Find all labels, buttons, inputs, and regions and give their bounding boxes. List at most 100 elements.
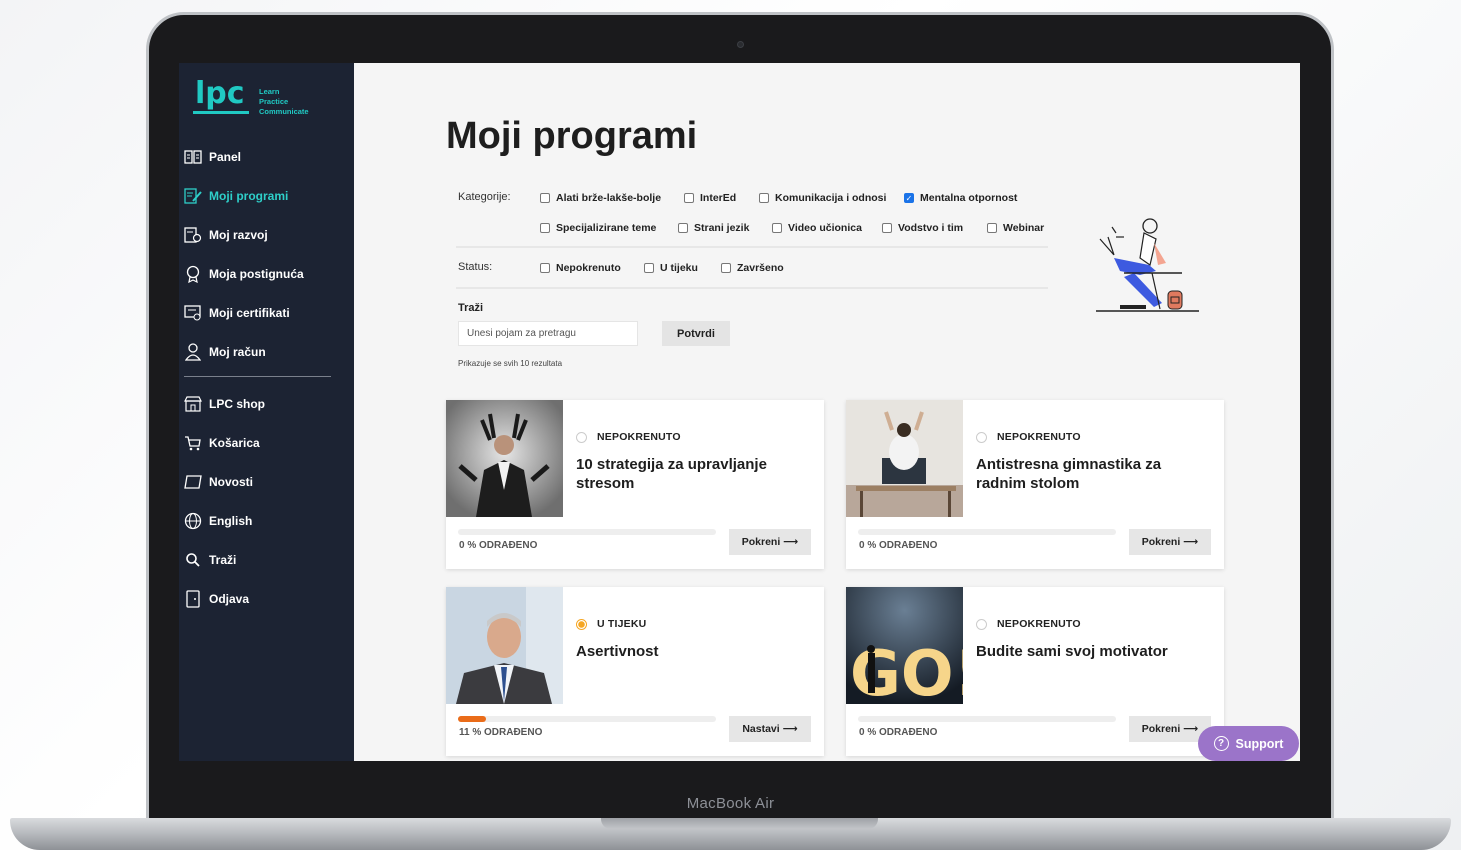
cart-icon	[183, 434, 203, 452]
support-button[interactable]: ? Support	[1198, 726, 1299, 761]
checkbox-icon	[882, 223, 892, 233]
progress-label: 0 % ODRAĐENO	[859, 727, 938, 738]
category-checkbox[interactable]: Komunikacija i odnosi	[759, 192, 886, 204]
progress-bar	[858, 529, 1116, 535]
progress-bar	[458, 716, 716, 722]
sidebar-item-moj-razvoj[interactable]: Moj razvoj	[183, 224, 348, 246]
program-title: Antistresna gimnastika za radnim stolom	[976, 456, 1162, 492]
book-icon	[183, 148, 203, 166]
sidebar-item-label: English	[209, 514, 253, 528]
edit-doc-icon	[183, 187, 203, 205]
news-icon	[183, 473, 203, 491]
sidebar-item-label: Moja postignuća	[209, 267, 304, 281]
search-icon	[183, 551, 203, 569]
person-at-desk-illustration	[1096, 218, 1199, 312]
sidebar-divider	[184, 376, 331, 377]
category-checkbox[interactable]: Vodstvo i tim	[882, 222, 963, 234]
program-card[interactable]: NEPOKRENUTO Antistresna gimnastika za ra…	[846, 400, 1224, 569]
checkbox-icon	[772, 223, 782, 233]
start-button[interactable]: Pokreni ⟶	[1129, 529, 1211, 555]
checkbox-icon	[540, 263, 550, 273]
sidebar-item-moji-certifikati[interactable]: Moji certifikati	[183, 302, 348, 324]
svg-text:lpc: lpc	[195, 76, 245, 111]
progress-label: 0 % ODRAĐENO	[859, 540, 938, 551]
sidebar-item-novosti[interactable]: Novosti	[183, 471, 348, 493]
results-count: Prikazuje se svih 10 rezultata	[458, 359, 563, 368]
checkbox-icon	[759, 193, 769, 203]
status-badge: NEPOKRENUTO	[576, 431, 681, 443]
search-label: Traži	[458, 302, 484, 314]
progress-bar	[858, 716, 1116, 722]
status-checkbox[interactable]: Nepokrenuto	[540, 262, 621, 274]
category-checkbox[interactable]: Strani jezik	[678, 222, 749, 234]
sidebar-item-label: Moj razvoj	[209, 228, 268, 242]
logo-tagline: Learn Practice Communicate	[259, 87, 309, 116]
sidebar-item-label: Moji certifikati	[209, 306, 290, 320]
sidebar-item-moji-programi[interactable]: Moji programi	[183, 185, 348, 207]
status-checkbox[interactable]: Završeno	[721, 262, 784, 274]
category-checkbox[interactable]: Alati brže-lakše-bolje	[540, 192, 661, 204]
sidebar-item-label: LPC shop	[209, 397, 265, 411]
status-dot-icon	[576, 618, 587, 630]
status-dot-icon	[976, 618, 987, 630]
divider	[456, 287, 1048, 289]
search-submit-button[interactable]: Potvrdi	[662, 321, 730, 346]
program-thumbnail	[446, 587, 563, 704]
status-checkbox[interactable]: U tijeku	[644, 262, 698, 274]
user-icon	[183, 343, 203, 361]
category-checkbox[interactable]: InterEd	[684, 192, 736, 204]
status-dot-icon	[976, 431, 987, 443]
sidebar-item-label: Panel	[209, 150, 242, 164]
sidebar-item-moja-postignuca[interactable]: Moja postignuća	[183, 263, 348, 285]
sidebar-item-label: Odjava	[209, 592, 250, 606]
categories-label: Kategorije:	[458, 191, 511, 203]
status-badge: NEPOKRENUTO	[976, 618, 1081, 630]
program-card[interactable]: NEPOKRENUTO 10 strategija za upravljanje…	[446, 400, 824, 569]
sidebar-item-panel[interactable]: Panel	[183, 146, 348, 168]
sidebar-item-label: Moji programi	[209, 189, 289, 203]
main-content: Moji programi Kategorije: Alati brže-lak…	[354, 63, 1300, 761]
category-checkbox[interactable]: Specijalizirane teme	[540, 222, 656, 234]
start-button[interactable]: Pokreni ⟶	[729, 529, 811, 555]
device-label: MacBook Air	[686, 795, 775, 812]
checkbox-icon	[644, 263, 654, 273]
search-input[interactable]: Unesi pojam za pretragu	[458, 321, 638, 346]
program-thumbnail	[446, 400, 563, 517]
sidebar-item-english[interactable]: English	[183, 510, 348, 532]
program-card[interactable]: GO! NEPOKRENUTO Budite sami svoj motivat…	[846, 587, 1224, 756]
status-dot-icon	[576, 431, 587, 443]
sidebar-item-trazi[interactable]: Traži	[183, 549, 348, 571]
svg-text:GO!: GO!	[850, 637, 963, 704]
certificate-icon	[183, 304, 203, 322]
category-checkbox[interactable]: ✓ Mentalna otpornost	[904, 192, 1017, 204]
checkbox-checked-icon: ✓	[904, 193, 914, 203]
logo-mark-icon: lpc	[193, 76, 249, 114]
sidebar-item-label: Moj račun	[209, 345, 266, 359]
category-checkbox[interactable]: Video učionica	[772, 222, 862, 234]
sidebar-item-label: Košarica	[209, 436, 260, 450]
program-title: 10 strategija za upravljanje stresom	[576, 456, 767, 492]
checkbox-icon	[721, 263, 731, 273]
checkbox-icon	[684, 193, 694, 203]
sidebar-item-odjava[interactable]: Odjava	[183, 588, 348, 610]
checkbox-icon	[987, 223, 997, 233]
logout-icon	[183, 590, 203, 608]
sidebar-item-moj-racun[interactable]: Moj račun	[183, 341, 348, 363]
continue-button[interactable]: Nastavi ⟶	[729, 716, 811, 742]
sidebar-item-label: Traži	[209, 553, 237, 567]
checkbox-icon	[540, 193, 550, 203]
program-title: Budite sami svoj motivator	[976, 643, 1168, 660]
checkbox-icon	[678, 223, 688, 233]
program-card[interactable]: U TIJEKU Asertivnost 11 % ODRAĐENO Nasta…	[446, 587, 824, 756]
logo[interactable]: lpc Learn Practice Communicate	[193, 73, 323, 123]
globe-icon	[183, 512, 203, 530]
category-checkbox[interactable]: Webinar	[987, 222, 1044, 234]
medal-icon	[183, 265, 203, 283]
laptop-notch	[601, 818, 878, 829]
program-thumbnail: GO!	[846, 587, 963, 704]
sidebar: lpc Learn Practice Communicate Panel Moj…	[179, 63, 354, 761]
sidebar-item-lpc-shop[interactable]: LPC shop	[183, 393, 348, 415]
sidebar-item-kosarica[interactable]: Košarica	[183, 432, 348, 454]
progress-doc-icon	[183, 226, 203, 244]
program-title: Asertivnost	[576, 643, 659, 660]
